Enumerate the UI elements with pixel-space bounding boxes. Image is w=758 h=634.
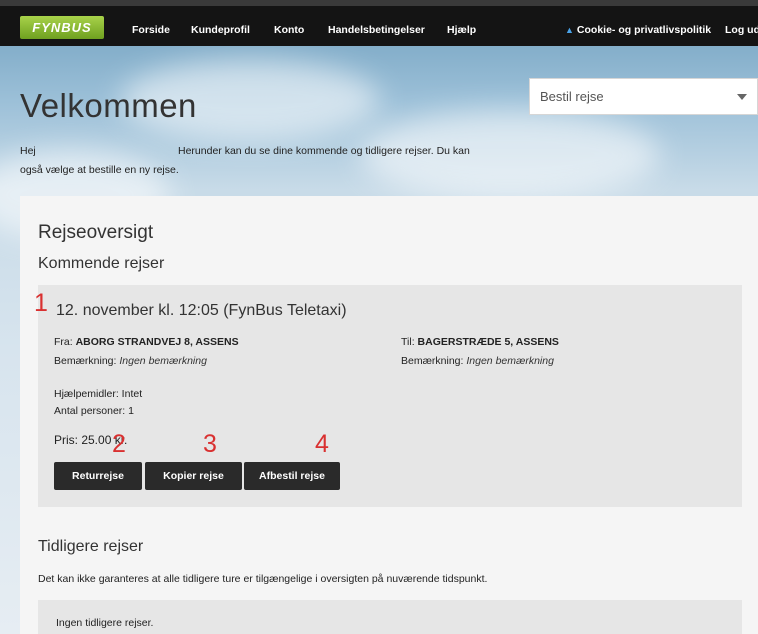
trip-from: Fra: ABORG STRANDVEJ 8, ASSENS: [54, 336, 239, 348]
overview-heading: Rejseoversigt: [38, 222, 154, 243]
nav-kundeprofil[interactable]: Kundeprofil: [191, 24, 250, 36]
nav-cookie-policy[interactable]: ▲ Cookie- og privatlivspolitik: [565, 24, 711, 36]
remark-label: Bemærkning:: [54, 355, 117, 367]
remark-label: Bemærkning:: [401, 355, 464, 367]
top-strip: [0, 0, 758, 6]
nav-handelsbetingelser[interactable]: Handelsbetingelser: [328, 24, 425, 36]
greeting-text: Hej: [20, 145, 36, 157]
annotation-number: 1: [34, 289, 48, 317]
intro-text-line1: Herunder kan du se dine kommende og tidl…: [178, 145, 470, 157]
upcoming-trips-heading: Kommende rejser: [38, 255, 165, 272]
previous-trips-heading: Tidligere rejser: [38, 538, 144, 555]
annotation-number: 4: [315, 430, 329, 458]
trip-persons: Antal personer: 1: [54, 405, 134, 417]
cancel-trip-button[interactable]: Afbestil rejse: [244, 462, 340, 490]
triangle-up-icon: ▲: [565, 25, 574, 35]
annotation-number: 3: [203, 430, 217, 458]
from-address: ABORG STRANDVEJ 8, ASSENS: [75, 336, 239, 348]
trip-remark-to: Bemærkning: Ingen bemærkning: [401, 355, 554, 367]
top-navigation-bar: [0, 0, 758, 46]
trip-aids: Hjælpemidler: Intet: [54, 388, 143, 400]
intro-text-line2: også vælge at bestille en ny rejse.: [20, 164, 179, 176]
nav-cookie-label: Cookie- og privatlivspolitik: [576, 24, 712, 36]
page-title: Velkommen: [20, 87, 197, 124]
chevron-down-icon: [737, 94, 747, 100]
remark-value: Ingen bemærkning: [466, 355, 554, 367]
remark-value: Ingen bemærkning: [119, 355, 207, 367]
nav-hjaelp[interactable]: Hjælp: [447, 24, 476, 36]
annotation-number: 2: [112, 430, 126, 458]
fynbus-logo[interactable]: FYNBUS: [20, 16, 104, 39]
copy-trip-button[interactable]: Kopier rejse: [145, 462, 242, 490]
previous-trips-note: Det kan ikke garanteres at alle tidliger…: [38, 573, 488, 585]
trip-remark-from: Bemærkning: Ingen bemærkning: [54, 355, 207, 367]
nav-logout[interactable]: Log ud: [725, 24, 758, 36]
order-trip-select[interactable]: Bestil rejse: [529, 78, 758, 115]
to-label: Til:: [401, 336, 415, 348]
no-previous-trips-text: Ingen tidligere rejser.: [56, 617, 154, 629]
trip-to: Til: BAGERSTRÆDE 5, ASSENS: [401, 336, 559, 348]
nav-forside[interactable]: Forside: [132, 24, 170, 36]
trip-date: 12. november kl. 12:05 (FynBus Teletaxi): [56, 302, 347, 319]
from-label: Fra:: [54, 336, 73, 348]
to-address: BAGERSTRÆDE 5, ASSENS: [417, 336, 559, 348]
order-trip-select-value: Bestil rejse: [540, 89, 604, 104]
nav-konto[interactable]: Konto: [274, 24, 304, 36]
return-trip-button[interactable]: Returrejse: [54, 462, 142, 490]
